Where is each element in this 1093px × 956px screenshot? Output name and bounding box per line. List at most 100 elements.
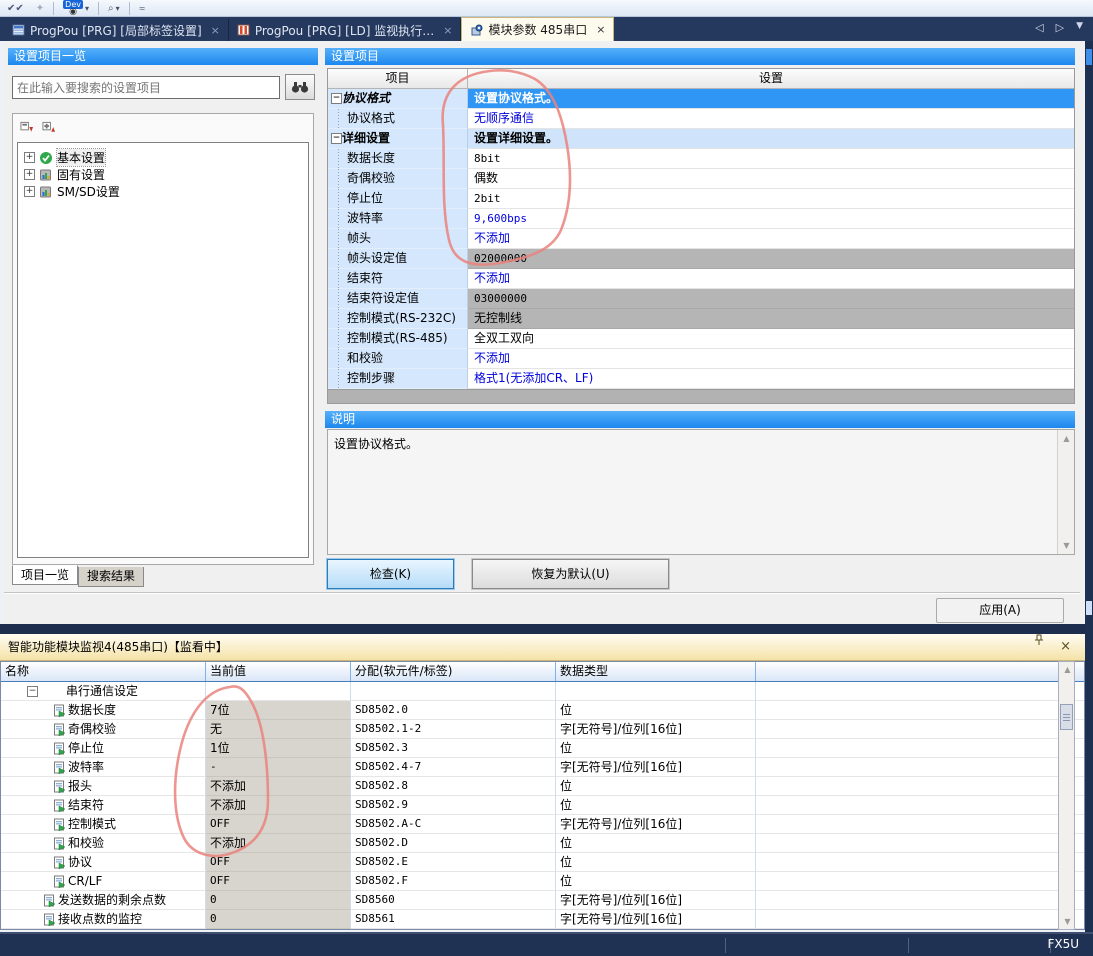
monitor-row[interactable]: 接收点数的监控0SD8561字[无符号]/位列[16位]	[1, 910, 1084, 929]
scroll-down-icon[interactable]: ▼	[1059, 538, 1074, 553]
row-filler	[756, 758, 1084, 777]
pin-icon[interactable]	[1034, 634, 1044, 660]
setting-value[interactable]: 不添加	[468, 269, 1074, 289]
setting-value[interactable]: 9,600bps	[468, 209, 1074, 229]
verify-icon[interactable]: ✔✔	[4, 1, 27, 16]
collapse-icon[interactable]: −	[331, 93, 342, 104]
settings-row[interactable]: 控制步骤格式1(无添加CR、LF)	[328, 369, 1074, 389]
toolbar-overflow-icon[interactable]: ≂	[136, 1, 149, 16]
document-tab-bar: ProgPou [PRG] [局部标签设置]×ProgPou [PRG] [LD…	[0, 17, 1093, 41]
setting-value[interactable]: 设置详细设置。	[468, 129, 1074, 149]
stamp-icon[interactable]: ✦	[33, 1, 47, 16]
search-button[interactable]	[285, 74, 315, 100]
column-header-filler	[756, 662, 1084, 681]
tab-scroll-right-icon[interactable]: ▷	[1056, 21, 1064, 34]
setting-value[interactable]: 不添加	[468, 229, 1074, 249]
scrollbar-thumb[interactable]	[1060, 704, 1073, 730]
expand-all-icon[interactable]	[41, 120, 57, 134]
collapse-all-icon[interactable]	[19, 120, 35, 134]
monitor-row[interactable]: 和校验不添加SD8502.D位	[1, 834, 1084, 853]
settings-row[interactable]: 数据长度8bit	[328, 149, 1074, 169]
setting-value[interactable]: 2bit	[468, 189, 1074, 209]
monitor-device-assignment: SD8502.9	[351, 796, 556, 815]
monitor-item-name-cell: 和校验	[1, 834, 206, 853]
collapse-icon[interactable]: −	[331, 133, 342, 144]
settings-row[interactable]: 帧头不添加	[328, 229, 1074, 249]
setting-value[interactable]: 8bit	[468, 149, 1074, 169]
monitor-item-name-cell: −串行通信设定	[1, 682, 206, 701]
setting-value[interactable]: 格式1(无添加CR、LF)	[468, 369, 1074, 389]
restore-default-button[interactable]: 恢复为默认(U)	[472, 559, 669, 589]
settings-row[interactable]: 波特率9,600bps	[328, 209, 1074, 229]
check-button[interactable]: 检查(K)	[327, 559, 454, 589]
monitor-item-icon	[53, 780, 66, 793]
tab-progpou-1[interactable]: ProgPou [PRG] [LD] 监视执行…×	[229, 19, 462, 41]
tree-item-基本设置[interactable]: +基本设置	[20, 149, 306, 166]
tab-module-param[interactable]: 模块参数 485串口×	[461, 17, 614, 41]
scroll-up-icon[interactable]: ▲	[1059, 431, 1074, 446]
setting-value[interactable]: 无顺序通信	[468, 109, 1074, 129]
left-tab-搜索结果[interactable]: 搜索结果	[78, 567, 144, 587]
monitor-row[interactable]: 波特率-SD8502.4-7字[无符号]/位列[16位]	[1, 758, 1084, 777]
tree-item-label: SM/SD设置	[57, 183, 120, 200]
tab-scroll-left-icon[interactable]: ◁	[1035, 21, 1043, 34]
expand-icon[interactable]: +	[24, 169, 35, 180]
tab-close-icon[interactable]: ×	[443, 24, 452, 37]
settings-row[interactable]: 结束符不添加	[328, 269, 1074, 289]
expand-icon[interactable]: +	[24, 152, 35, 163]
scroll-up-icon[interactable]: ▲	[1060, 662, 1075, 677]
monitor-current-value: 1位	[206, 739, 351, 758]
device-search-icon[interactable]: ⌕▾	[105, 1, 123, 16]
monitor-row[interactable]: 数据长度7位SD8502.0位	[1, 701, 1084, 720]
tab-list-menu-icon[interactable]: ▼	[1076, 21, 1083, 34]
description-scrollbar[interactable]: ▲ ▼	[1057, 430, 1074, 554]
monitor-row[interactable]: 协议OFFSD8502.E位	[1, 853, 1084, 872]
settings-row[interactable]: 奇偶校验偶数	[328, 169, 1074, 189]
setting-value[interactable]: 不添加	[468, 349, 1074, 369]
settings-row[interactable]: −协议格式设置协议格式。	[328, 89, 1074, 109]
setting-value[interactable]: 02000000	[468, 249, 1074, 269]
left-tab-项目一览[interactable]: 项目一览	[12, 565, 78, 585]
setting-value[interactable]: 03000000	[468, 289, 1074, 309]
tree-item-SM/SD设置[interactable]: + SM/SD设置	[20, 183, 306, 200]
panel-separator[interactable]	[0, 624, 1093, 634]
tab-progpou-0[interactable]: ProgPou [PRG] [局部标签设置]×	[4, 19, 229, 41]
expand-icon[interactable]: +	[24, 186, 35, 197]
search-input[interactable]	[12, 76, 280, 99]
dev-eye-icon[interactable]: Dev ◉ ▾	[60, 1, 92, 16]
settings-row[interactable]: 控制模式(RS-485)全双工双向	[328, 329, 1074, 349]
settings-row[interactable]: −详细设置设置详细设置。	[328, 129, 1074, 149]
setting-value[interactable]: 设置协议格式。	[468, 89, 1074, 109]
monitor-row[interactable]: 控制模式OFFSD8502.A-C字[无符号]/位列[16位]	[1, 815, 1084, 834]
module-param-icon	[470, 24, 483, 36]
monitor-row[interactable]: CR/LFOFFSD8502.F位	[1, 872, 1084, 891]
monitor-item-label: 控制模式	[68, 815, 116, 833]
settings-row[interactable]: 帧头设定值02000000	[328, 249, 1074, 269]
setting-value[interactable]: 全双工双向	[468, 329, 1074, 349]
setting-item-label: 奇偶校验	[328, 169, 468, 189]
settings-row[interactable]: 控制模式(RS-232C)无控制线	[328, 309, 1074, 329]
settings-row[interactable]: 结束符设定值03000000	[328, 289, 1074, 309]
close-icon[interactable]: ×	[1060, 634, 1071, 660]
collapse-icon[interactable]: −	[27, 686, 38, 697]
setting-value[interactable]: 偶数	[468, 169, 1074, 189]
monitor-row[interactable]: 结束符不添加SD8502.9位	[1, 796, 1084, 815]
monitor-data-type: 字[无符号]/位列[16位]	[556, 758, 756, 777]
apply-button[interactable]: 应用(A)	[936, 598, 1064, 623]
settings-row[interactable]: 停止位2bit	[328, 189, 1074, 209]
row-filler	[756, 739, 1084, 758]
monitor-row[interactable]: −串行通信设定	[1, 682, 1084, 701]
scroll-down-icon[interactable]: ▼	[1060, 914, 1075, 929]
monitor-row[interactable]: 奇偶校验无SD8502.1-2字[无符号]/位列[16位]	[1, 720, 1084, 739]
setting-value[interactable]: 无控制线	[468, 309, 1074, 329]
monitor-scrollbar[interactable]: ▲ ▼	[1058, 661, 1075, 930]
monitor-row[interactable]: 发送数据的剩余点数0SD8560字[无符号]/位列[16位]	[1, 891, 1084, 910]
monitor-row[interactable]: 报头不添加SD8502.8位	[1, 777, 1084, 796]
settings-row[interactable]: 和校验不添加	[328, 349, 1074, 369]
tree-item-固有设置[interactable]: +固有设置	[20, 166, 306, 183]
monitor-item-label: 接收点数的监控	[58, 910, 142, 928]
monitor-row[interactable]: 停止位1位SD8502.3位	[1, 739, 1084, 758]
tab-close-icon[interactable]: ×	[211, 24, 220, 37]
tab-close-icon[interactable]: ×	[596, 23, 605, 36]
settings-row[interactable]: 协议格式无顺序通信	[328, 109, 1074, 129]
